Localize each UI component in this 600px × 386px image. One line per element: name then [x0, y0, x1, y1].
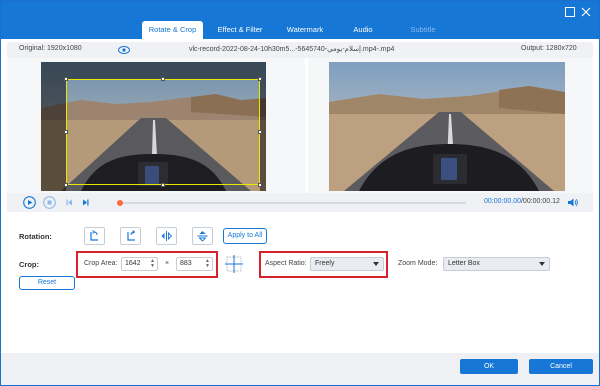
play-icon[interactable] — [23, 196, 36, 209]
crop-handle-top-left[interactable] — [64, 77, 68, 81]
aspect-ratio-value: Freely — [315, 260, 335, 267]
output-video-image — [329, 62, 565, 191]
file-name: vlc-record-2022-08-24-10h30m5...-5645740… — [189, 46, 395, 53]
player-bar: 00:00:00.00/00:00:00.12 — [7, 193, 593, 212]
zoom-mode-value: Letter Box — [448, 260, 480, 267]
tab-watermark[interactable]: Watermark — [277, 21, 333, 39]
volume-icon[interactable] — [566, 196, 579, 209]
crop-handle-top-right[interactable] — [258, 77, 262, 81]
crop-height-value: 883 — [180, 260, 192, 267]
time-total: /00:00:00.12 — [520, 198, 560, 205]
crop-times-symbol: × — [165, 260, 170, 267]
crop-handle-left[interactable] — [64, 130, 68, 134]
chevron-down-icon — [539, 262, 545, 266]
stepper-arrows-icon[interactable]: ▲ ▼ — [205, 259, 210, 269]
tab-rotate-crop[interactable]: Rotate & Crop — [142, 21, 203, 39]
stop-icon[interactable] — [43, 196, 56, 209]
tab-effect-filter[interactable]: Effect & Filter — [203, 21, 277, 39]
crop-handle-bottom-left[interactable] — [64, 183, 68, 187]
crop-frame[interactable] — [64, 77, 262, 187]
ok-button[interactable]: OK — [460, 359, 518, 374]
minimize-icon[interactable] — [564, 6, 576, 18]
tab-bar: Rotate & Crop Effect & Filter Watermark … — [142, 21, 453, 39]
center-crop-icon[interactable] — [223, 254, 245, 274]
tab-audio[interactable]: Audio — [333, 21, 393, 39]
progress-track[interactable] — [121, 202, 466, 204]
apply-to-all-button[interactable]: Apply to All — [223, 228, 267, 244]
crop-height-stepper[interactable]: 883 ▲ ▼ — [176, 257, 213, 271]
crop-width-stepper[interactable]: 1642 ▲ ▼ — [121, 257, 158, 271]
flip-vertical-button[interactable] — [192, 227, 213, 245]
aspect-ratio-select[interactable]: Freely — [310, 257, 384, 271]
flip-horizontal-icon — [161, 231, 173, 241]
rotate-right-button[interactable] — [120, 227, 141, 245]
close-icon[interactable] — [580, 6, 592, 18]
crop-area-label: Crop Area: — [84, 260, 118, 267]
crop-handle-right[interactable] — [258, 130, 262, 134]
eye-icon[interactable] — [118, 45, 130, 55]
chevron-down-icon — [373, 262, 379, 266]
time-display: 00:00:00.00/00:00:00.12 — [484, 198, 560, 205]
tab-subtitle: Subtitle — [410, 25, 436, 34]
stepper-arrows-icon[interactable]: ▲ ▼ — [150, 259, 155, 269]
crop-label: Crop: — [19, 260, 39, 269]
rotate-crop-dialog: Rotate & Crop Effect & Filter Watermark … — [0, 0, 600, 386]
cancel-button[interactable]: Cancel — [529, 359, 593, 374]
crop-width-value: 1642 — [125, 260, 141, 267]
previous-frame-icon[interactable] — [63, 196, 76, 209]
original-resolution: Original: 1920x1080 — [19, 45, 82, 52]
title-bar: Rotate & Crop Effect & Filter Watermark … — [1, 1, 599, 39]
preview-divider — [305, 58, 308, 193]
zoom-mode-label: Zoom Mode: — [398, 260, 438, 267]
time-current: 00:00:00.00 — [484, 198, 521, 205]
flip-vertical-icon — [197, 231, 208, 242]
crop-handle-bottom-right[interactable] — [258, 183, 262, 187]
info-bar: Original: 1920x1080 vlc-record-2022-08-2… — [7, 42, 593, 58]
progress-thumb[interactable] — [117, 200, 123, 206]
rotate-left-icon — [90, 230, 98, 241]
output-video-frame — [329, 62, 565, 191]
rotate-right-icon — [127, 230, 136, 241]
rotate-left-button[interactable] — [84, 227, 105, 245]
flip-horizontal-button[interactable] — [156, 227, 177, 245]
zoom-mode-select[interactable]: Letter Box — [443, 257, 550, 271]
crop-handle-bottom[interactable] — [161, 183, 165, 187]
aspect-ratio-label: Aspect Ratio: — [265, 260, 307, 267]
crop-handle-top[interactable] — [161, 77, 165, 81]
next-frame-icon[interactable] — [79, 196, 92, 209]
output-resolution: Output: 1280x720 — [521, 45, 577, 52]
rotation-label: Rotation: — [19, 232, 52, 241]
reset-button[interactable]: Reset — [19, 276, 75, 290]
